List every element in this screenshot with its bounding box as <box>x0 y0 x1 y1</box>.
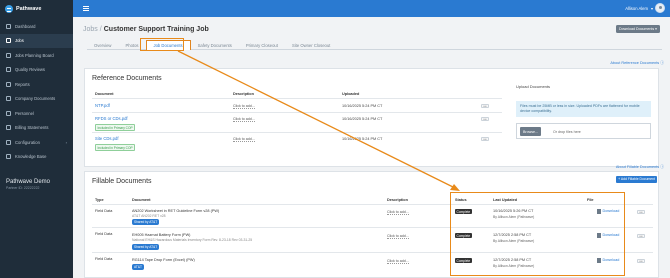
arrow-head <box>450 184 460 191</box>
arrow-line <box>177 50 456 189</box>
annotation-arrow <box>177 50 460 191</box>
